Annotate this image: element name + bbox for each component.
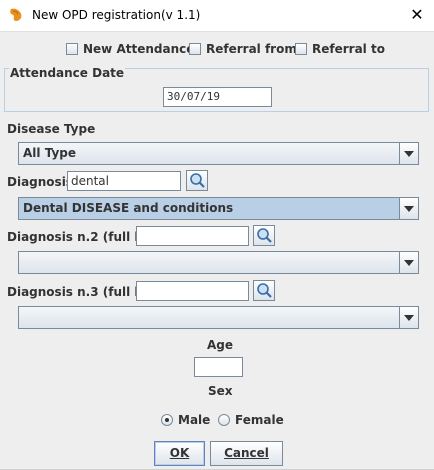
new-attendance-label: New Attendance <box>83 42 195 56</box>
diagnosis2-search-input[interactable] <box>136 226 249 246</box>
cancel-button[interactable]: Cancel <box>210 441 283 466</box>
checkbox-box[interactable] <box>66 43 78 55</box>
app-logo-icon <box>10 8 22 22</box>
attendance-date-field[interactable]: 30/07/19 <box>163 87 272 107</box>
magnifier-icon <box>190 173 205 188</box>
magnifier-icon <box>257 228 272 243</box>
ok-button[interactable]: OK <box>154 441 205 466</box>
diagnosis-value: Dental DISEASE and conditions <box>23 201 234 215</box>
sex-label: Sex <box>208 384 233 398</box>
dropdown-arrow-icon[interactable] <box>399 252 418 273</box>
diagnosis2-search-button[interactable] <box>253 225 275 246</box>
disease-type-label: Disease Type <box>7 122 96 136</box>
diagnosis-search-button[interactable] <box>186 170 208 191</box>
age-label: Age <box>207 338 234 352</box>
diagnosis-search-input[interactable]: dental <box>67 171 181 191</box>
attendance-date-title: Attendance Date <box>9 66 126 80</box>
new-attendance-checkbox[interactable]: New Attendance <box>66 40 194 58</box>
diagnosis3-search-button[interactable] <box>253 280 275 301</box>
disease-type-combobox[interactable]: All Type <box>18 142 419 165</box>
dropdown-arrow-icon[interactable] <box>399 307 418 328</box>
diagnosis-label: Diagnosis <box>7 175 73 189</box>
female-radio[interactable]: Female <box>218 413 284 427</box>
female-label: Female <box>235 413 284 427</box>
checkbox-box[interactable] <box>189 43 201 55</box>
referral-to-checkbox[interactable]: Referral to <box>295 40 385 58</box>
dropdown-arrow-icon[interactable] <box>399 198 418 219</box>
age-input[interactable] <box>194 357 243 377</box>
referral-from-label: Referral from <box>206 42 297 56</box>
window-title: New OPD registration(v 1.1) <box>32 8 201 22</box>
male-radio[interactable]: Male <box>161 413 210 427</box>
referral-from-checkbox[interactable]: Referral from <box>189 40 297 58</box>
male-label: Male <box>178 413 211 427</box>
dropdown-arrow-icon[interactable] <box>399 143 418 164</box>
diagnosis3-search-input[interactable] <box>136 281 249 301</box>
diagnosis3-combobox[interactable] <box>18 306 419 329</box>
radio-button[interactable] <box>161 414 173 426</box>
close-icon[interactable]: ✕ <box>405 3 429 27</box>
checkbox-box[interactable] <box>295 43 307 55</box>
disease-type-value: All Type <box>23 146 77 160</box>
diagnosis2-combobox[interactable] <box>18 251 419 274</box>
referral-to-label: Referral to <box>312 42 385 56</box>
radio-button[interactable] <box>218 414 230 426</box>
magnifier-icon <box>257 283 272 298</box>
diagnosis-combobox[interactable]: Dental DISEASE and conditions <box>18 197 419 220</box>
